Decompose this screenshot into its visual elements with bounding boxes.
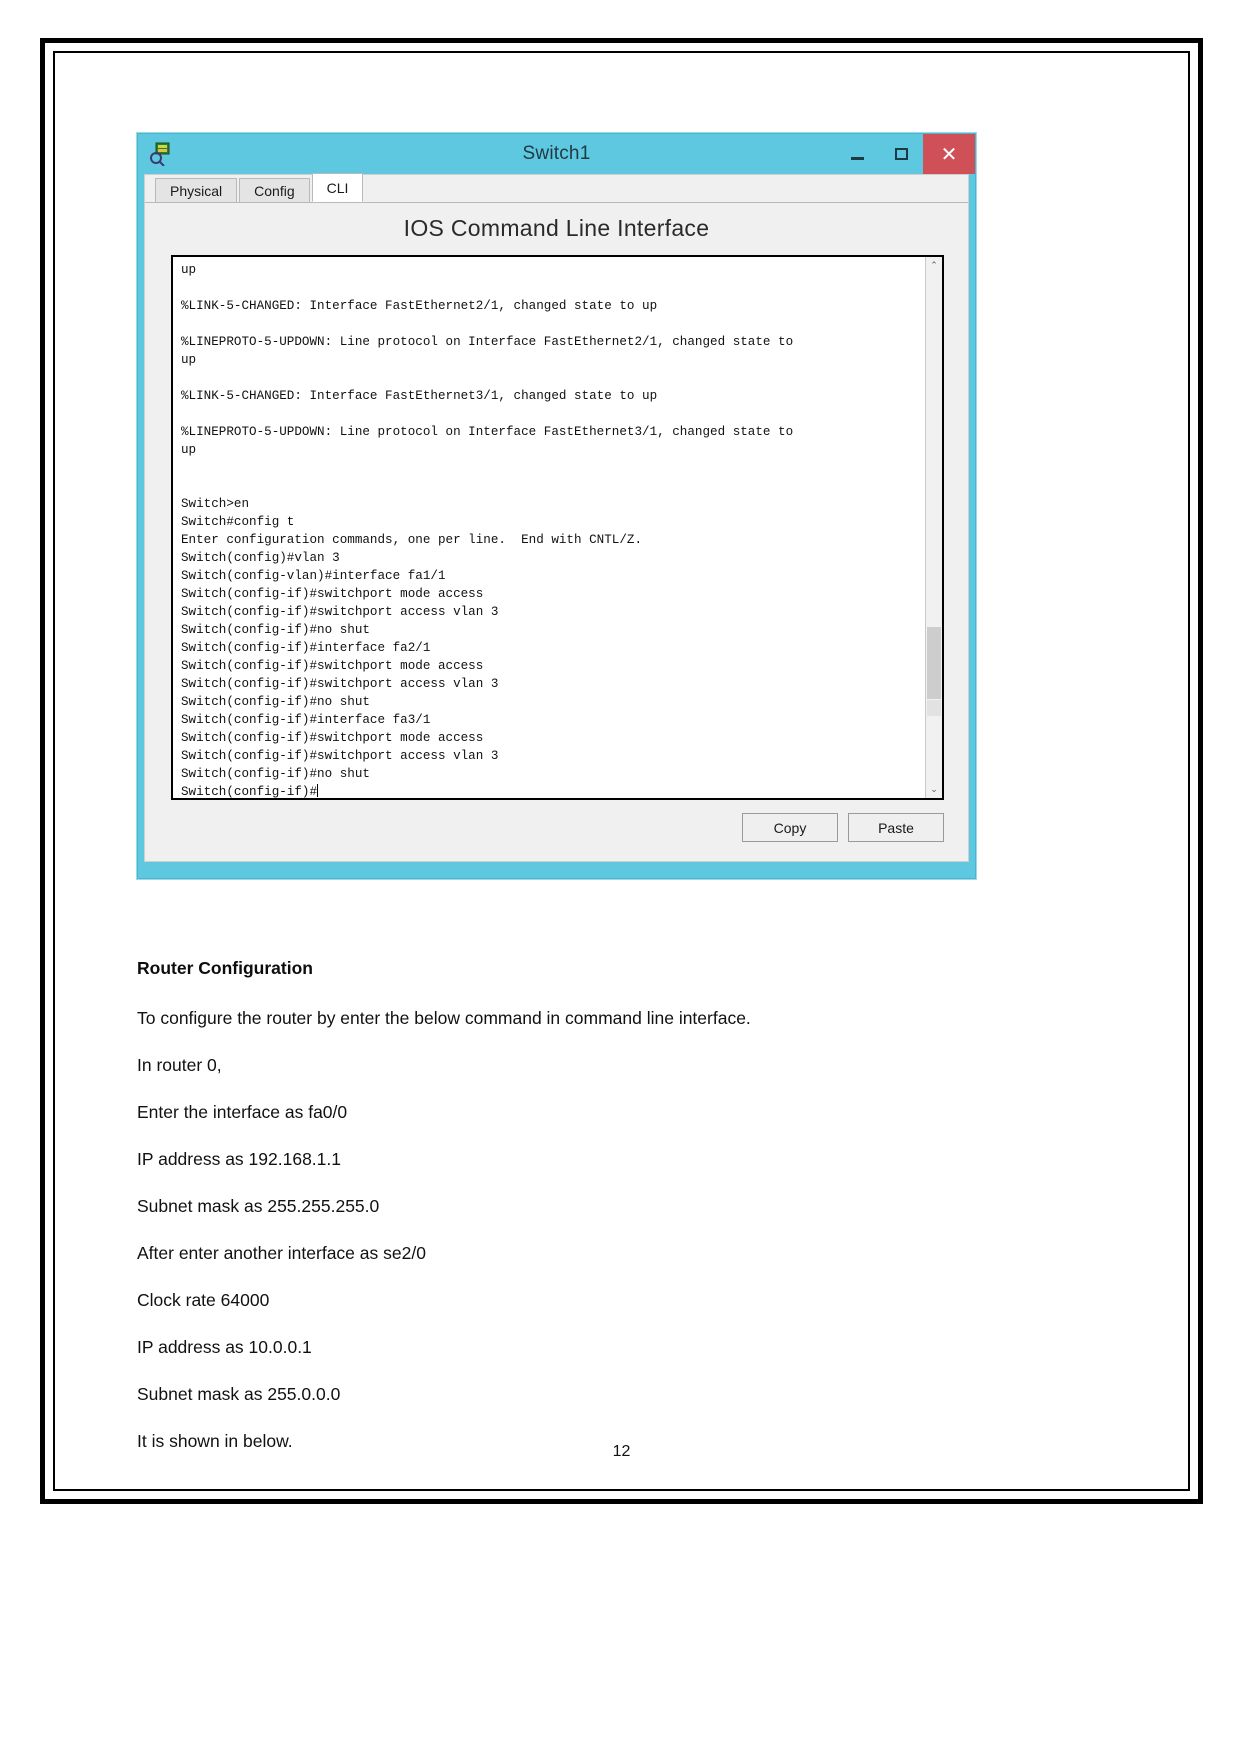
- scroll-down-arrow-icon[interactable]: ⌄: [926, 781, 942, 798]
- tab-physical[interactable]: Physical: [155, 178, 238, 202]
- cli-line: %LINEPROTO-5-UPDOWN: Line protocol on In…: [181, 335, 794, 349]
- scrollbar-thumb[interactable]: [927, 627, 941, 699]
- tab-cli[interactable]: CLI: [311, 173, 364, 202]
- window-titlebar[interactable]: Switch1 ✕: [138, 134, 975, 174]
- window-controls: ✕: [835, 134, 975, 174]
- cli-line: Switch(config-if)#switchport access vlan…: [181, 749, 499, 763]
- close-button[interactable]: ✕: [923, 134, 975, 174]
- scroll-up-arrow-icon[interactable]: ⌃: [926, 257, 942, 274]
- cli-action-buttons: Copy Paste: [742, 813, 944, 842]
- cli-line: Switch(config-if)#no shut: [181, 767, 370, 781]
- cli-output-text[interactable]: up %LINK-5-CHANGED: Interface FastEtherne…: [173, 257, 925, 798]
- maximize-button[interactable]: [879, 134, 923, 174]
- cli-line: %LINEPROTO-5-UPDOWN: Line protocol on In…: [181, 425, 794, 439]
- cli-line: Switch(config-vlan)#interface fa1/1: [181, 569, 446, 583]
- window-body: Physical Config CLI IOS Command Line Int…: [144, 173, 969, 862]
- cli-line: %LINK-5-CHANGED: Interface FastEthernet2…: [181, 299, 658, 313]
- cli-line: [181, 477, 919, 495]
- copy-button[interactable]: Copy: [742, 813, 838, 842]
- cli-scrollbar[interactable]: ⌃ ⌄: [925, 257, 942, 798]
- cli-line: [181, 279, 919, 297]
- doc-paragraph: IP address as 10.0.0.1: [137, 1337, 312, 1357]
- doc-paragraph: IP address as 192.168.1.1: [137, 1149, 341, 1169]
- doc-paragraph: Enter the interface as fa0/0: [137, 1102, 348, 1122]
- doc-paragraph: Clock rate 64000: [137, 1290, 270, 1310]
- cli-line: Switch(config-if)#switchport access vlan…: [181, 605, 499, 619]
- doc-paragraph: To configure the router by enter the bel…: [137, 1008, 751, 1028]
- cli-line: up: [181, 443, 197, 457]
- cli-line: Switch#config t: [181, 515, 295, 529]
- doc-paragraph: In router 0,: [137, 1055, 222, 1075]
- cli-line: Enter configuration commands, one per li…: [181, 533, 643, 547]
- cli-terminal[interactable]: up %LINK-5-CHANGED: Interface FastEtherne…: [171, 255, 944, 800]
- cli-line: [181, 459, 919, 477]
- cli-line: Switch(config)#vlan 3: [181, 551, 340, 565]
- cli-line: Switch(config-if)#interface fa2/1: [181, 641, 431, 655]
- cli-heading: IOS Command Line Interface: [403, 215, 710, 241]
- cli-line: [181, 405, 919, 423]
- doc-paragraph: Subnet mask as 255.0.0.0: [137, 1384, 341, 1404]
- cli-line: [181, 369, 919, 387]
- text-cursor: [317, 784, 319, 797]
- section-heading: Router Configuration: [137, 958, 313, 978]
- cli-line: Switch(config-if)#switchport mode access: [181, 731, 484, 745]
- packet-tracer-switch-icon: [150, 142, 172, 167]
- cli-line: up: [181, 263, 197, 277]
- cli-line: Switch(config-if)#switchport mode access: [181, 587, 484, 601]
- doc-paragraph: Subnet mask as 255.255.255.0: [137, 1196, 380, 1216]
- doc-paragraph: After enter another interface as se2/0: [137, 1243, 426, 1263]
- cli-line: Switch(config-if)#no shut: [181, 623, 370, 637]
- cli-line: Switch>en: [181, 497, 250, 511]
- cli-line: Switch(config-if)#switchport mode access: [181, 659, 484, 673]
- packet-tracer-window: Switch1 ✕ Physical Config CLI IOS Comman…: [137, 133, 976, 879]
- cli-line: %LINK-5-CHANGED: Interface FastEthernet3…: [181, 389, 658, 403]
- cli-line: [181, 315, 919, 333]
- cli-line: Switch(config-if)#no shut: [181, 695, 370, 709]
- cli-line: Switch(config-if)#switchport access vlan…: [181, 677, 499, 691]
- cli-panel: IOS Command Line Interface up %LINK-5-CHA…: [145, 203, 968, 861]
- page-border-outer: Switch1 ✕ Physical Config CLI IOS Comman…: [40, 38, 1203, 1504]
- cli-line: Switch(config-if)#interface fa3/1: [181, 713, 431, 727]
- page-content: Switch1 ✕ Physical Config CLI IOS Comman…: [55, 53, 1188, 1489]
- document-text-block: Router Configuration To configure the ro…: [137, 958, 1077, 1478]
- page-border-inner: Switch1 ✕ Physical Config CLI IOS Comman…: [53, 51, 1190, 1491]
- paste-button[interactable]: Paste: [848, 813, 944, 842]
- page-number: 12: [612, 1443, 631, 1460]
- tab-bar: Physical Config CLI: [145, 173, 968, 203]
- cli-prompt-line[interactable]: Switch(config-if)#: [181, 783, 919, 798]
- minimize-button[interactable]: [835, 134, 879, 174]
- scrollbar-thumb-secondary[interactable]: [927, 700, 941, 716]
- cli-line: up: [181, 353, 197, 367]
- document-page: Switch1 ✕ Physical Config CLI IOS Comman…: [0, 0, 1241, 1754]
- tab-config[interactable]: Config: [239, 178, 310, 202]
